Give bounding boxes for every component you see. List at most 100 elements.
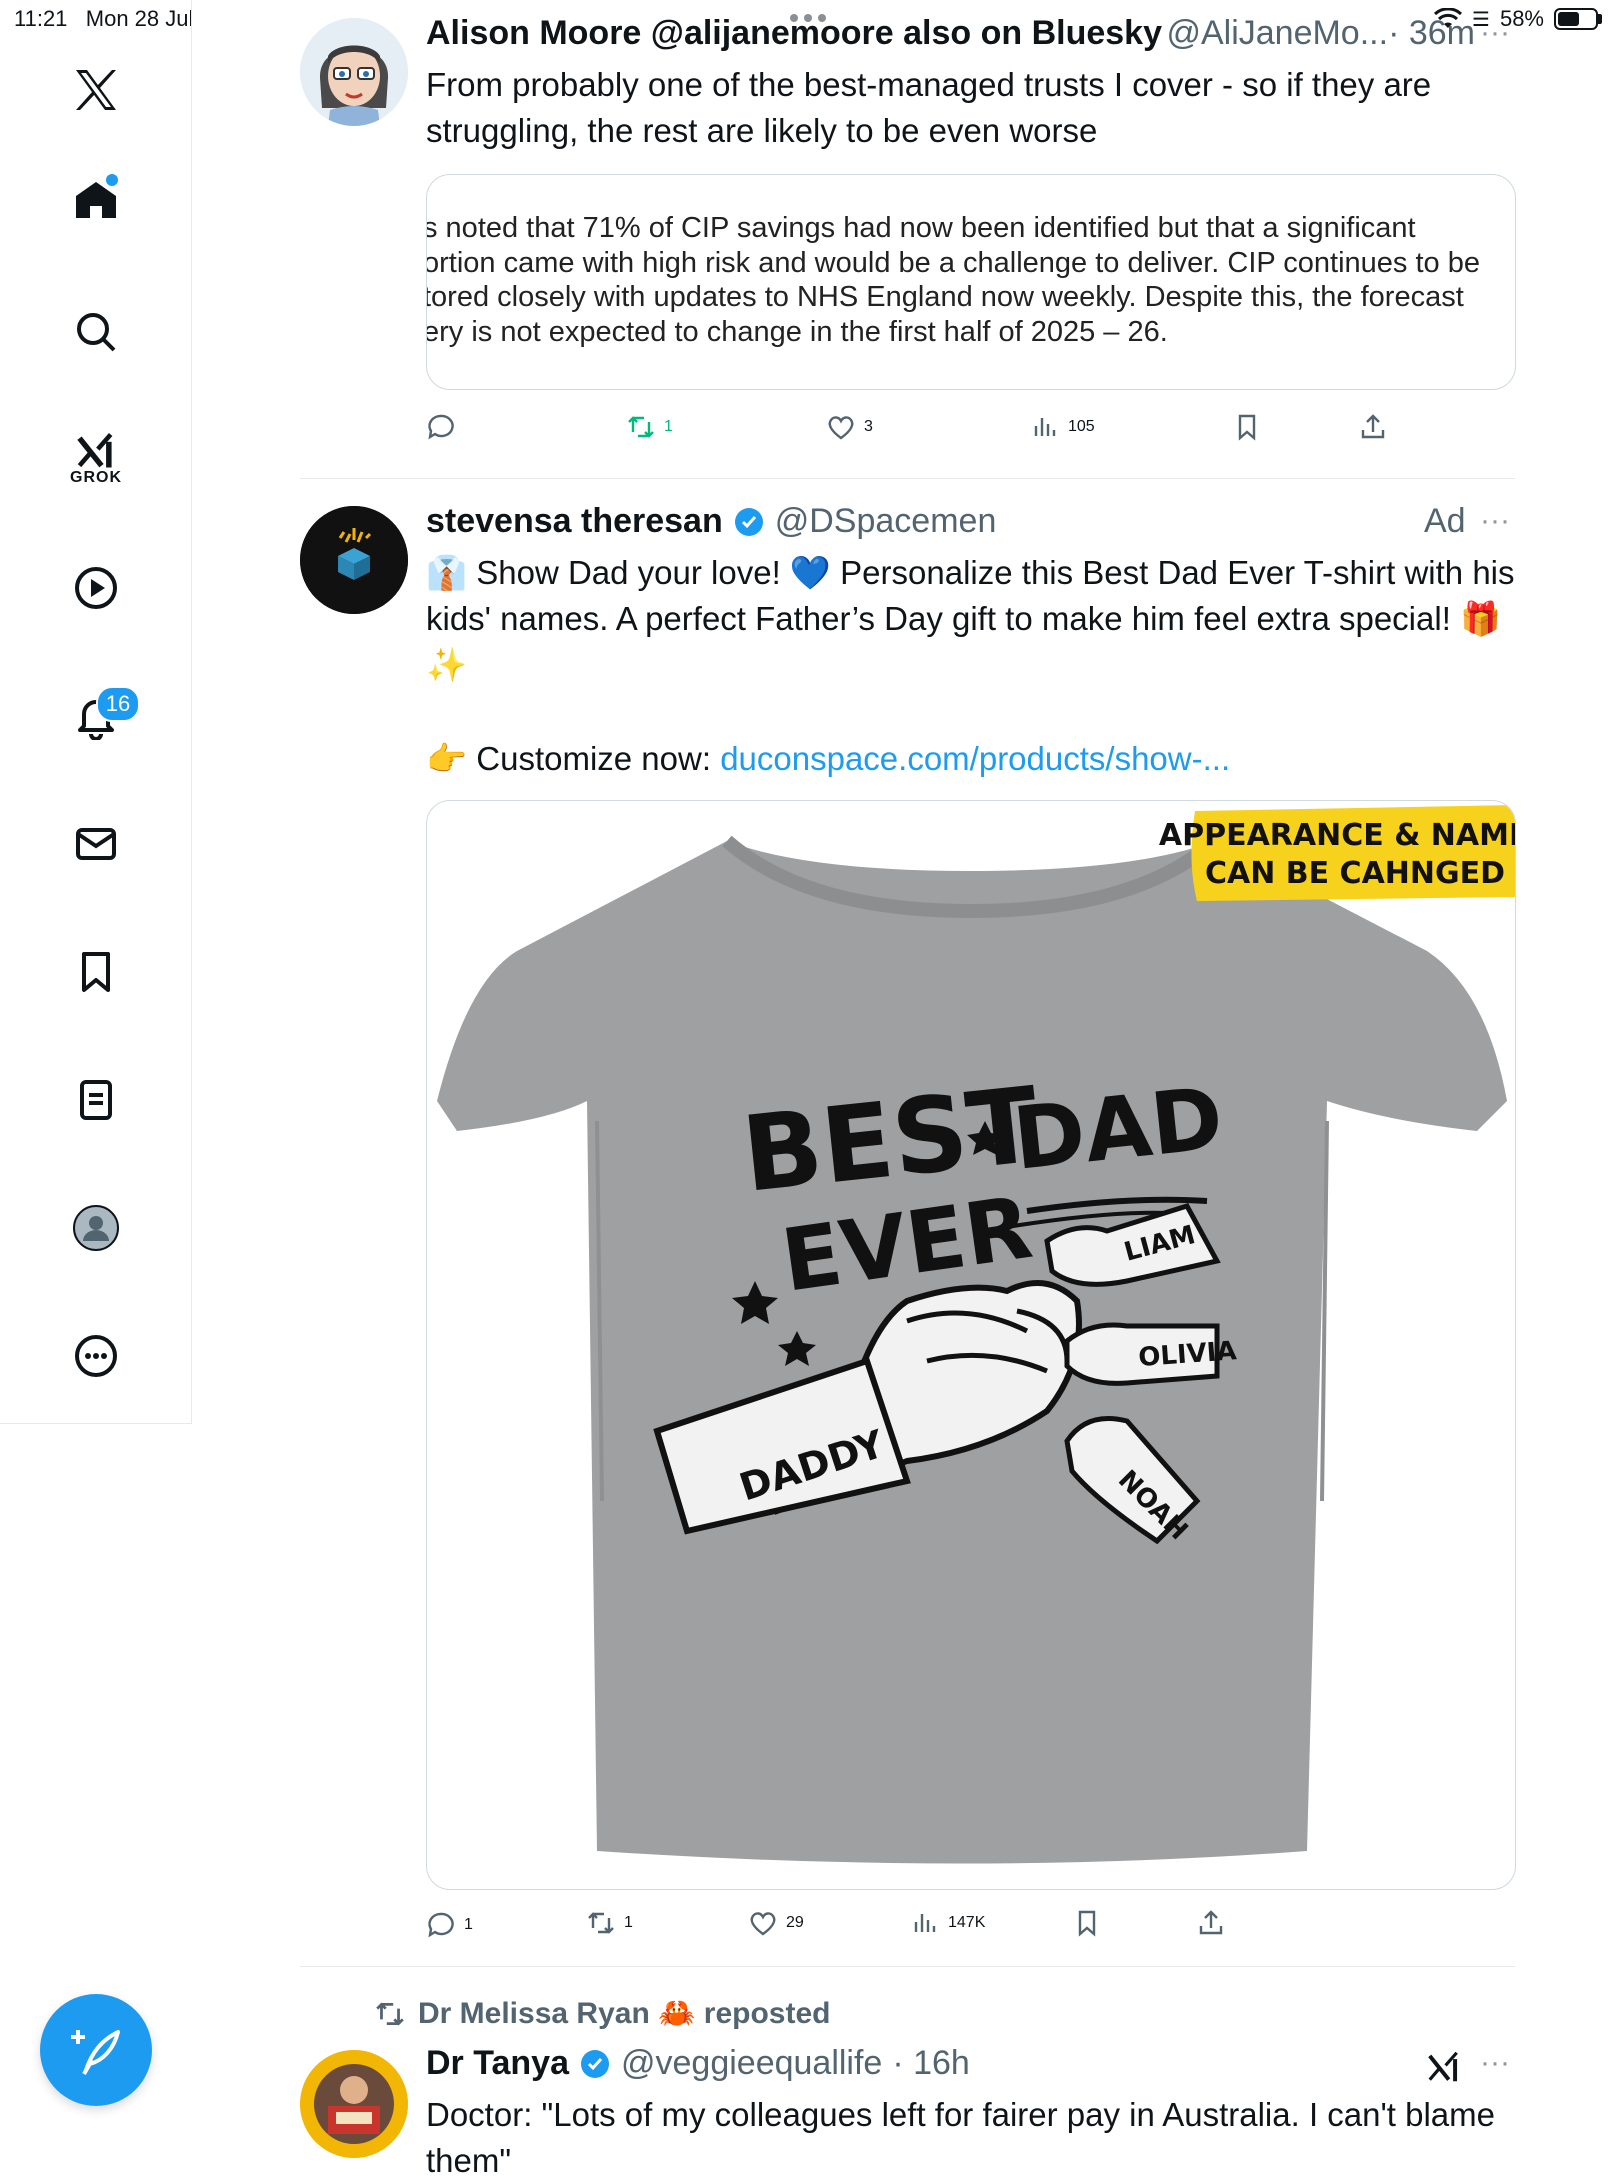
list-icon [80,1080,112,1120]
repost-button[interactable]: 1 [586,1908,633,1938]
post-header: Dr Tanya @veggieequallife · 16h [426,2044,970,2083]
repost-count: 1 [624,1914,633,1931]
post-time[interactable]: · 36m [1388,14,1475,52]
post-avatar[interactable] [300,2050,408,2158]
like-button[interactable]: 3 [826,412,873,442]
cartoon-avatar-image [300,18,408,126]
verified-badge-icon [580,2049,609,2078]
reposted-by: Dr Melissa Ryan 🦀 reposted [418,1997,831,2030]
post-avatar[interactable] [300,18,408,126]
banner-line-1: APPEARANCE & NAMES [1159,818,1515,853]
play-circle-icon [75,567,117,609]
reply-button[interactable]: 1 [426,1910,473,1940]
document-line: tored closely with updates to NHS Englan… [426,281,1464,313]
search-icon [77,313,116,352]
post-text: 👔 Show Dad your love! 💙 Personalize this… [426,554,1515,683]
sidebar-item-more[interactable] [56,1316,136,1396]
grok-label: GROK [70,469,122,486]
mail-icon [76,828,116,860]
like-count: 3 [864,418,873,435]
grok-icon [77,432,113,468]
sidebar-item-lists[interactable] [56,1060,136,1140]
sidebar-item-profile[interactable] [56,1188,136,1268]
like-count: 29 [786,1914,804,1931]
bookmark-button[interactable] [1232,412,1262,442]
share-icon [1361,414,1385,439]
share-icon [1199,1910,1223,1935]
profile-photo-image [300,2050,408,2158]
tshirt-image: BEST DAD EVER DADDY LIAM OLIVIA NOAH APP… [437,805,1515,1864]
views-chart-icon [1034,418,1056,436]
repost-icon [376,2001,404,2026]
sidebar-item-bookmarks[interactable] [56,932,136,1012]
author-name[interactable]: stevensa theresan [426,502,723,541]
post-avatar[interactable] [300,506,408,614]
author-handle[interactable]: @veggieequallife [621,2044,882,2083]
share-button[interactable] [1196,1908,1226,1938]
battery-icon [1554,8,1602,30]
views-button[interactable]: 105 [1030,412,1095,442]
like-button[interactable]: 29 [748,1908,804,1938]
profile-avatar-icon [73,1205,119,1251]
view-count: 147K [948,1914,986,1931]
repost-icon [588,1912,614,1934]
gift-box-logo [300,506,408,614]
notification-badge: 16 [96,686,140,722]
document-line: ortion came with high risk and would be … [426,246,1480,279]
share-button[interactable] [1358,412,1388,442]
views-chart-icon [914,1914,936,1932]
post-header: Alison Moore @alijanemoore also on Blues… [426,14,1475,53]
bookmark-icon [1078,1910,1096,1937]
more-circle-icon [75,1335,117,1377]
heart-icon [828,416,854,440]
repost-context[interactable]: Dr Melissa Ryan 🦀 reposted [374,1996,831,2031]
author-name[interactable]: Alison Moore @alijanemoore also on Blues… [426,14,1162,52]
cta-prefix: 👉 Customize now: [426,740,721,777]
views-button[interactable]: 147K [910,1908,985,1938]
post-divider [300,478,1515,479]
sidebar-item-grok[interactable]: GROK [56,418,136,498]
post-divider [300,1966,1515,1967]
ad-image[interactable]: BEST DAD EVER DADDY LIAM OLIVIA NOAH APP… [426,800,1516,1890]
reply-icon [428,1912,454,1938]
sidebar-item-video[interactable] [56,548,136,628]
sidebar: GROK 16 [0,0,192,1424]
bookmark-icon [1238,414,1256,441]
repost-count: 1 [664,418,673,435]
quoted-document-image[interactable]: s noted that 71% of CIP savings had now … [426,174,1516,390]
author-name[interactable]: Dr Tanya [426,2044,569,2083]
compose-post-button[interactable] [40,1994,152,2106]
reply-icon [428,414,454,440]
bookmark-icon [82,952,110,992]
more-options-icon[interactable]: ··· [1480,16,1510,50]
author-handle[interactable]: @AliJaneMo... [1166,14,1388,52]
repost-button[interactable]: 1 [626,412,673,442]
heart-icon [750,1912,776,1936]
document-text: s noted that 71% of CIP savings had now … [426,211,1480,349]
banner-line-2: CAN BE CAHNGED [1205,856,1505,891]
sidebar-item-explore[interactable] [56,292,136,372]
repost-icon [628,416,654,438]
post-header: stevensa theresan @DSpacemen [426,502,996,541]
product-link[interactable]: duconspace.com/products/show-... [720,740,1230,777]
feather-plus-icon [71,2030,120,2075]
more-options-icon[interactable]: ··· [1480,504,1510,538]
sidebar-item-home[interactable] [56,160,136,240]
more-options-icon[interactable]: ··· [1480,2046,1510,2080]
grok-icon[interactable] [1424,2048,1464,2091]
ad-label: Ad [1424,502,1466,540]
bookmark-button[interactable] [1072,1908,1102,1938]
x-logo-icon[interactable] [56,50,136,130]
reply-count: 1 [464,1916,473,1933]
verified-badge-icon [734,507,763,536]
sidebar-item-messages[interactable] [56,804,136,884]
reply-button[interactable] [426,412,464,442]
cta-line: 👉 Customize now: duconspace.com/products… [426,736,1516,782]
document-line: ery is not expected to change in the fir… [426,315,1168,348]
post-text: From probably one of the best-managed tr… [426,66,1432,149]
document-line: s noted that 71% of CIP savings had now … [426,212,1416,244]
author-handle[interactable]: @DSpacemen [775,502,997,541]
view-count: 105 [1068,418,1095,435]
post-time[interactable]: · 16h [892,2044,970,2083]
unread-dot [106,174,118,186]
